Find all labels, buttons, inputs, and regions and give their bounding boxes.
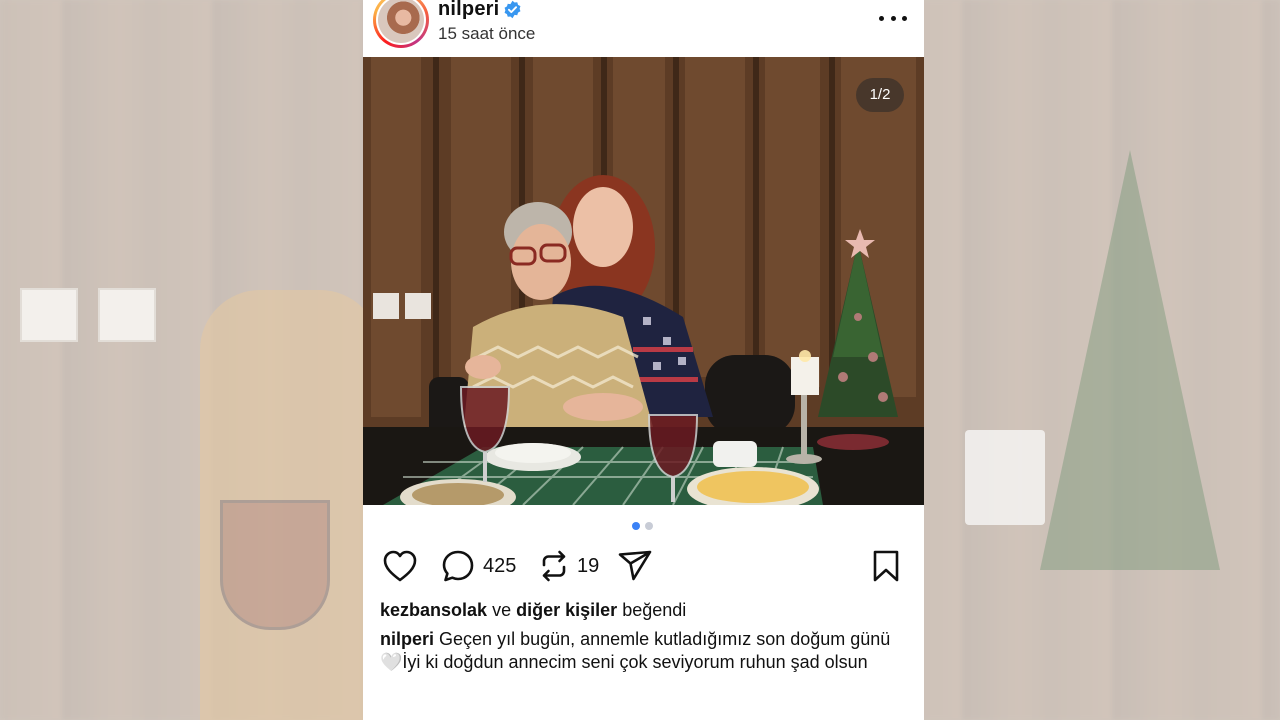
post-photo-scene (363, 57, 924, 505)
comment-bubble-icon (442, 550, 474, 582)
heart-icon (383, 550, 417, 582)
comments-count: 425 (483, 554, 517, 577)
post-username[interactable]: nilperi (438, 0, 499, 21)
background-christmas-tree (1040, 150, 1220, 570)
likes-conjunction: ve (492, 600, 512, 620)
verified-badge-icon (504, 0, 521, 19)
share-button[interactable] (617, 545, 653, 587)
post-caption: nilperi Geçen yıl bugün, annemle kutladı… (380, 628, 910, 674)
carousel-dots (632, 522, 653, 530)
carousel-dot[interactable] (645, 522, 653, 530)
likes-others-link[interactable]: diğer kişiler (516, 600, 617, 620)
likes-suffix: beğendi (622, 600, 687, 620)
more-options-icon[interactable] (879, 8, 907, 28)
post-header: nilperi 15 saat önce (363, 0, 924, 57)
background-light-switch (20, 288, 78, 342)
caption-username[interactable]: nilperi (380, 629, 434, 649)
background-candle (965, 430, 1045, 525)
like-button[interactable] (382, 545, 418, 587)
reposts-count: 19 (577, 554, 600, 577)
background-wine-glass (220, 500, 330, 630)
avatar[interactable] (373, 0, 429, 48)
post-photo[interactable]: 1/2 (363, 57, 924, 505)
save-button[interactable] (871, 545, 901, 587)
liker-username[interactable]: kezbansolak (380, 600, 487, 620)
comment-button[interactable]: 425 (441, 545, 516, 587)
likes-summary: kezbansolak ve diğer kişiler beğendi (380, 600, 686, 621)
repost-icon (542, 550, 566, 582)
carousel-dot-active[interactable] (632, 522, 640, 530)
image-counter: 1/2 (856, 78, 904, 112)
caption-text: Geçen yıl bugün, annemle kutladığımız so… (380, 629, 891, 672)
background-light-switch (98, 288, 156, 342)
post-timestamp: 15 saat önce (438, 24, 536, 43)
action-bar: 425 19 (363, 545, 924, 589)
post-card: nilperi 15 saat önce 1/2 425 19 kezbanso… (363, 0, 924, 720)
send-icon (618, 550, 652, 581)
repost-button[interactable]: 19 (539, 545, 599, 587)
bookmark-icon (873, 550, 899, 582)
